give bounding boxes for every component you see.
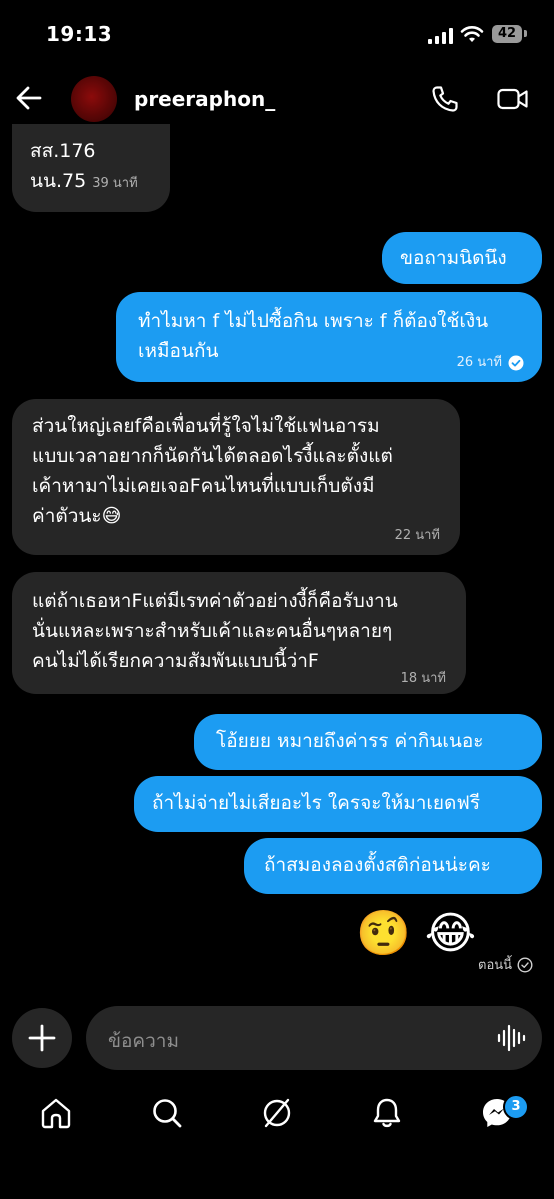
chat-username[interactable]: preeraphon_ bbox=[134, 87, 275, 111]
message-input-placeholder: ข้อความ bbox=[108, 1030, 179, 1052]
outgoing-message[interactable]: ถ้าสมองลองตั้งสติก่อนน่ะคะ bbox=[244, 838, 542, 894]
phone-icon[interactable] bbox=[430, 84, 460, 114]
message-timestamp: 39 นาที bbox=[92, 176, 138, 191]
seen-label: ตอนนี้ bbox=[478, 958, 513, 973]
message-line: เค้าหามาไม่เคยเจอFคนไหนที่แบบเก็บตังมี bbox=[32, 475, 375, 497]
message-line: นน.75 39 นาที bbox=[30, 166, 152, 199]
emoji-message[interactable]: 🤨 😂 bbox=[356, 906, 476, 962]
message-timestamp: 26 นาที bbox=[456, 355, 502, 370]
message-line: ค่าตัวนะ😅 bbox=[32, 505, 122, 527]
check-circle-icon bbox=[517, 956, 533, 973]
battery-indicator: 42 bbox=[492, 25, 522, 43]
search-icon[interactable] bbox=[150, 1096, 184, 1130]
outgoing-message[interactable]: ขอถามนิดนึง bbox=[382, 232, 542, 284]
video-call-icon[interactable] bbox=[496, 84, 530, 114]
message-line: แต่ถ้าเธอหาFแต่มีเรทค่าตัวอย่างงี้ก็คือร… bbox=[32, 590, 398, 612]
message-text: ถ้าไม่จ่ายไม่เสียอะไร ใครจะให้มาเยดฟรี bbox=[152, 792, 481, 814]
seen-status: ตอนนี้ bbox=[478, 954, 533, 975]
message-text: โอ้ยยย หมายถึงค่ารร ค่ากินเนอะ bbox=[216, 730, 484, 752]
bell-icon[interactable] bbox=[370, 1096, 404, 1130]
message-line: คนไม่ได้เรียกความสัมพันแบบนี้ว่าF bbox=[32, 650, 319, 672]
message-timestamp: 18 นาที bbox=[400, 671, 446, 686]
message-text: นน.75 bbox=[30, 170, 87, 192]
battery-level: 42 bbox=[497, 26, 517, 41]
message-line: แบบเวลาอยากก็นัดกันได้ตลอดไรงี้และตั้งแต… bbox=[32, 445, 393, 467]
outgoing-message[interactable]: โอ้ยยย หมายถึงค่ารร ค่ากินเนอะ bbox=[194, 714, 542, 770]
incoming-message[interactable]: ส่วนใหญ่เลยfคือเพื่อนที่รู้ใจไม่ใช้แฟนอา… bbox=[12, 399, 460, 555]
message-timestamp: 22 นาที bbox=[394, 528, 440, 543]
outgoing-message[interactable]: ทำไมหา f ไม่ไปซื้อกิน เพราะ f ก็ต้องใช้เ… bbox=[116, 292, 542, 382]
message-line: นั่นแหละเพราะสำหรับเค้าและคนอื่นๆหลายๆ bbox=[32, 620, 393, 642]
check-circle-icon bbox=[508, 355, 524, 371]
home-icon[interactable] bbox=[39, 1096, 73, 1130]
message-line: ทำไมหา f ไม่ไปซื้อกิน เพราะ f ก็ต้องใช้เ… bbox=[138, 310, 489, 332]
battery-tip bbox=[524, 30, 527, 37]
incoming-message[interactable]: แต่ถ้าเธอหาFแต่มีเรทค่าตัวอย่างงี้ก็คือร… bbox=[12, 572, 466, 694]
cellular-signal-icon bbox=[428, 28, 456, 44]
message-line: ส่วนใหญ่เลยfคือเพื่อนที่รู้ใจไม่ใช้แฟนอา… bbox=[32, 415, 380, 437]
avatar[interactable] bbox=[71, 76, 117, 122]
voice-wave-icon[interactable] bbox=[496, 1024, 526, 1052]
message-text: ขอถามนิดนึง bbox=[400, 247, 507, 269]
message-line: สส.176 bbox=[30, 140, 96, 162]
explore-icon[interactable] bbox=[260, 1096, 294, 1130]
add-attachment-button[interactable] bbox=[12, 1008, 72, 1068]
back-arrow-icon[interactable] bbox=[14, 84, 44, 112]
messages-badge: 3 bbox=[503, 1094, 529, 1120]
incoming-message[interactable]: สส.176 นน.75 39 นาที bbox=[12, 124, 170, 212]
plus-icon bbox=[28, 1024, 56, 1052]
message-text: ถ้าสมองลองตั้งสติก่อนน่ะคะ bbox=[264, 854, 491, 876]
status-time: 19:13 bbox=[46, 22, 113, 46]
outgoing-message[interactable]: ถ้าไม่จ่ายไม่เสียอะไร ใครจะให้มาเยดฟรี bbox=[134, 776, 542, 832]
wifi-icon bbox=[460, 26, 484, 42]
